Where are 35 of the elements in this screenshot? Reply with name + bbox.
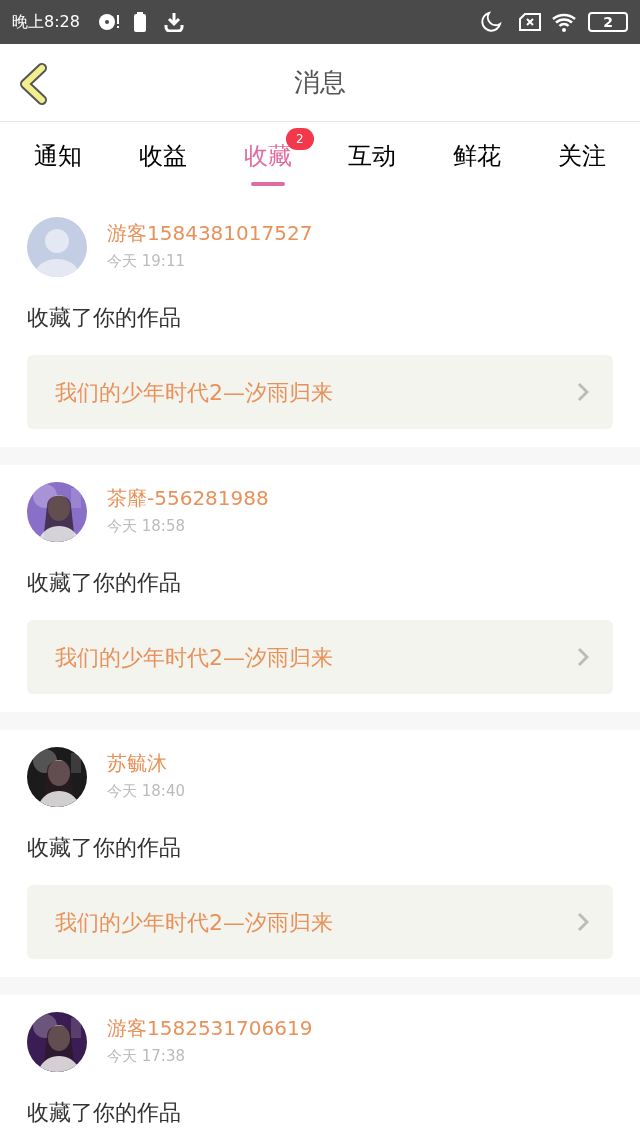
battery-saver-icon xyxy=(133,12,146,32)
user-name[interactable]: 茶靡-556281988 xyxy=(107,484,269,512)
no-sim-icon xyxy=(518,12,542,32)
page-title: 消息 xyxy=(294,66,346,99)
tab[interactable]: 鲜花 xyxy=(453,142,501,170)
work-link[interactable]: 我们的少年时代2—汐雨归来 xyxy=(27,620,613,694)
wifi-icon xyxy=(552,12,578,32)
download-icon xyxy=(163,12,184,32)
default-avatar-icon xyxy=(27,217,87,277)
message-text: 收藏了你的作品 xyxy=(27,834,182,862)
tab[interactable]: 通知 xyxy=(34,142,83,170)
battery-indicator: 2 xyxy=(588,12,628,32)
tab[interactable]: 互动 xyxy=(348,142,397,170)
disc-icon xyxy=(97,12,120,32)
tab-indicator xyxy=(250,182,285,186)
message-text: 收藏了你的作品 xyxy=(27,1099,182,1127)
chevron-right-icon xyxy=(577,647,589,667)
user-name[interactable]: 游客1582531706619 xyxy=(107,1014,313,1042)
chevron-right-icon xyxy=(577,912,589,932)
message-time: 今天 17:38 xyxy=(107,1046,186,1067)
user-name[interactable]: 苏毓沐 xyxy=(107,749,185,777)
moon-icon xyxy=(480,11,502,33)
work-link[interactable]: 我们的少年时代2—汐雨归来 xyxy=(27,355,613,429)
user-name[interactable]: 游客1584381017527 xyxy=(107,219,313,247)
message-time: 今天 18:40 xyxy=(107,781,185,802)
work-link[interactable]: 我们的少年时代2—汐雨归来 xyxy=(27,885,613,959)
chevron-right-icon xyxy=(577,382,589,402)
message-text: 收藏了你的作品 xyxy=(27,569,182,597)
status-time: 晚上8:28 xyxy=(12,11,80,33)
message-text: 收藏了你的作品 xyxy=(27,304,182,332)
tab[interactable]: 收益 xyxy=(139,142,187,170)
back-icon[interactable] xyxy=(18,63,48,105)
message-time: 今天 19:11 xyxy=(107,251,186,272)
message-time: 今天 18:58 xyxy=(107,516,186,537)
tab[interactable]: 关注 xyxy=(557,142,606,170)
